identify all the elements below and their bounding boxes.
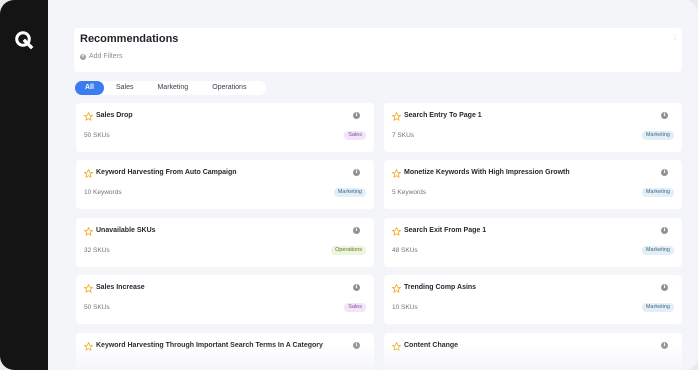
category-badge: Operations (331, 246, 366, 255)
info-icon[interactable]: i (353, 169, 360, 176)
star-icon[interactable] (84, 112, 93, 121)
card-title: Unavailable SKUs (96, 227, 156, 234)
star-icon[interactable] (84, 227, 93, 236)
category-badge: Marketing (333, 188, 366, 197)
tab-all[interactable]: All (75, 81, 104, 95)
tab-sales[interactable]: Sales (104, 81, 146, 95)
card-title: Search Entry To Page 1 (404, 112, 482, 119)
info-icon[interactable]: i (661, 169, 668, 176)
recommendation-card[interactable]: Keyword Harvesting From Auto Campaign i … (76, 160, 374, 209)
star-icon[interactable] (392, 169, 401, 178)
header-panel: Recommendations + Add Filters ⋮ (74, 28, 682, 72)
category-badge: Sales (344, 303, 366, 312)
recommendation-card[interactable]: Search Exit From Page 1 i 48 SKUs Market… (384, 218, 682, 267)
recommendation-card[interactable]: Trending Comp Asins i 10 SKUs Marketing (384, 275, 682, 324)
recommendation-card[interactable]: Search Entry To Page 1 i 7 SKUs Marketin… (384, 103, 682, 152)
card-count: 5 Keywords (392, 189, 426, 196)
card-title: Trending Comp Asins (404, 284, 477, 291)
recommendation-card[interactable]: Unavailable SKUs i 32 SKUs Operations (76, 218, 374, 267)
card-title: Keyword Harvesting From Auto Campaign (96, 169, 237, 176)
category-badge: Marketing (641, 188, 674, 197)
tab-operations[interactable]: Operations (200, 81, 258, 95)
card-count: 10 Keywords (84, 189, 122, 196)
info-icon[interactable]: i (661, 112, 668, 119)
q-logo-icon[interactable] (14, 30, 34, 50)
star-icon[interactable] (84, 284, 93, 293)
add-filters-button[interactable]: + Add Filters (80, 53, 122, 60)
recommendation-card[interactable]: Sales Drop i 50 SKUs Sales (76, 103, 374, 152)
card-title: Sales Increase (96, 284, 145, 291)
info-icon[interactable]: i (353, 342, 360, 349)
info-icon[interactable]: i (353, 284, 360, 291)
info-icon[interactable]: i (353, 227, 360, 234)
category-badge: Marketing (641, 246, 674, 255)
card-title: Monetize Keywords With High Impression G… (404, 169, 570, 176)
card-title: Keyword Harvesting Through Important Sea… (96, 342, 323, 349)
card-count: 50 SKUs (84, 132, 110, 139)
recommendation-card[interactable]: Keyword Harvesting Through Important Sea… (76, 333, 374, 370)
category-tabs: All Sales Marketing Operations (75, 81, 267, 95)
tab-marketing[interactable]: Marketing (145, 81, 200, 95)
card-title: Search Exit From Page 1 (404, 227, 487, 234)
category-badge: Marketing (641, 131, 674, 140)
main-content: Recommendations + Add Filters ⋮ All Sale… (48, 0, 698, 370)
info-icon[interactable]: i (661, 284, 668, 291)
card-title: Content Change (404, 342, 459, 349)
recommendation-card[interactable]: Content Change i (384, 333, 682, 370)
star-icon[interactable] (392, 284, 401, 293)
info-icon[interactable]: i (661, 342, 668, 349)
card-count: 50 SKUs (84, 304, 110, 311)
category-badge: Sales (344, 131, 366, 140)
plus-circle-icon: + (80, 53, 86, 60)
card-count: 7 SKUs (392, 132, 415, 139)
star-icon[interactable] (392, 227, 401, 236)
info-icon[interactable]: i (661, 227, 668, 234)
card-count: 32 SKUs (84, 247, 110, 254)
app-window: Recommendations + Add Filters ⋮ All Sale… (0, 0, 698, 370)
star-icon[interactable] (84, 342, 93, 351)
left-nav-rail (0, 0, 48, 370)
star-icon[interactable] (84, 169, 93, 178)
add-filters-label: Add Filters (89, 53, 123, 60)
page-title: Recommendations (80, 33, 179, 45)
star-icon[interactable] (392, 342, 401, 351)
recommendation-card[interactable]: Monetize Keywords With High Impression G… (384, 160, 682, 209)
recommendation-card[interactable]: Sales Increase i 50 SKUs Sales (76, 275, 374, 324)
card-title: Sales Drop (96, 112, 133, 119)
card-count: 10 SKUs (392, 304, 418, 311)
star-icon[interactable] (392, 112, 401, 121)
card-count: 48 SKUs (392, 247, 418, 254)
more-icon[interactable]: ⋮ (672, 34, 678, 41)
category-badge: Marketing (641, 303, 674, 312)
info-icon[interactable]: i (353, 112, 360, 119)
